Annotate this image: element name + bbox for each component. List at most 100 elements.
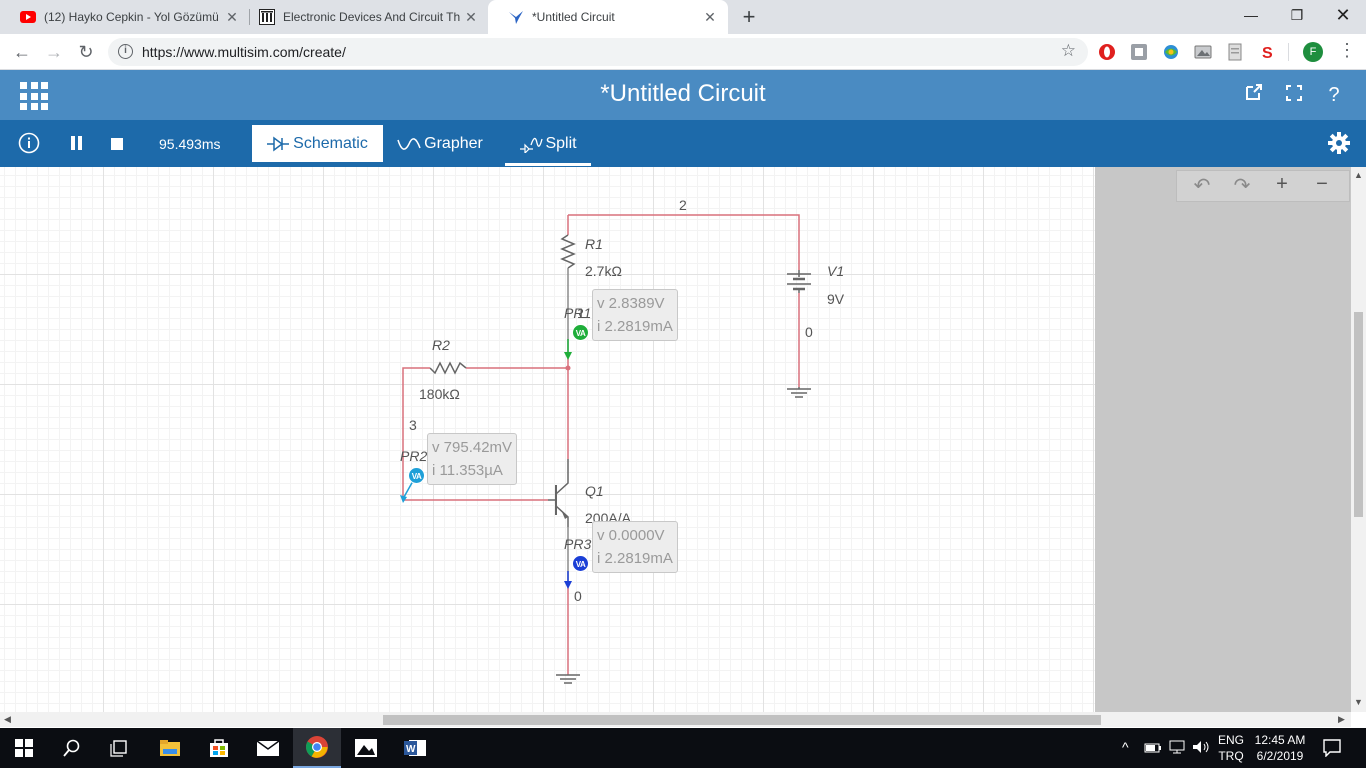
horizontal-scroll-thumb[interactable]	[383, 715, 1101, 725]
scroll-left-arrow[interactable]: ◀	[4, 714, 11, 725]
probe-pr3-badge[interactable]: VA	[572, 555, 589, 572]
notification-icon[interactable]	[1323, 739, 1341, 762]
new-tab-button[interactable]: +	[738, 4, 760, 30]
right-panel: ↶ ↷ + −	[1095, 167, 1351, 712]
undo-icon[interactable]: ↶	[1187, 173, 1217, 198]
library-icon	[259, 9, 275, 25]
zoom-in-icon[interactable]: +	[1267, 173, 1297, 196]
store-icon[interactable]	[195, 728, 243, 768]
battery-tray-icon[interactable]	[1144, 740, 1162, 759]
windows-start-icon[interactable]	[0, 728, 48, 768]
volume-tray-icon[interactable]	[1191, 739, 1211, 760]
close-icon[interactable]: ✕	[463, 9, 479, 26]
r2-value: 180kΩ	[419, 386, 460, 402]
horizontal-scrollbar[interactable]: ◀ ▶	[0, 712, 1351, 727]
keyboard-layout-indicator[interactable]: TRQ	[1216, 749, 1246, 763]
r1-value: 2.7kΩ	[585, 263, 622, 279]
chrome-taskbar-icon[interactable]	[293, 728, 341, 768]
probe-pr2-arrow	[400, 495, 407, 503]
pause-icon[interactable]	[70, 136, 84, 155]
profile-avatar[interactable]: F	[1303, 42, 1323, 62]
browser-tab-youtube[interactable]: (12) Hayko Cepkin - Yol Gözümü ✕	[0, 0, 250, 34]
forward-button[interactable]: →	[42, 40, 66, 64]
browser-tab-untitled-circuit[interactable]: *Untitled Circuit ✕	[488, 0, 728, 34]
diode-icon	[267, 136, 290, 152]
omnibox[interactable]: i https://www.multisim.com/create/ ☆	[108, 38, 1088, 66]
tab-split-label: Split	[545, 134, 577, 152]
file-explorer-icon[interactable]	[146, 728, 194, 768]
share-icon[interactable]	[1242, 83, 1266, 107]
tab-underline	[505, 163, 591, 166]
scroll-down-arrow[interactable]: ▼	[1354, 697, 1363, 707]
browser-tab-electronic-devices[interactable]: Electronic Devices And Circuit Th ✕	[239, 0, 489, 34]
tab-schematic[interactable]: Schematic	[252, 125, 383, 162]
task-view-icon[interactable]	[96, 728, 144, 768]
photos-icon[interactable]	[342, 728, 390, 768]
multisim-icon	[508, 9, 524, 25]
kebab-menu-icon[interactable]: ⋮	[1338, 40, 1356, 61]
tab-split[interactable]: Split	[505, 125, 591, 166]
s-extension-icon[interactable]: S	[1258, 43, 1276, 62]
probe-pr2-badge[interactable]: VA	[408, 467, 425, 484]
q1-name: Q1	[585, 483, 604, 499]
tab-schematic-label: Schematic	[293, 134, 368, 152]
zoom-out-icon[interactable]: −	[1307, 173, 1337, 196]
restore-button[interactable]: ❐	[1274, 0, 1320, 30]
tab-title: Electronic Devices And Circuit Th	[283, 10, 461, 24]
ground-symbol-left	[556, 674, 580, 684]
probe-pr2-readout[interactable]: v 795.42mV i 11.353µA	[427, 433, 518, 485]
bookmark-star-icon[interactable]: ☆	[1061, 41, 1076, 61]
vertical-scroll-thumb[interactable]	[1354, 312, 1363, 517]
tray-chevron-icon[interactable]: ^	[1122, 739, 1129, 755]
net-label-3: 3	[409, 417, 417, 433]
probe-pr3-readout[interactable]: v 0.0000V i 2.2819mA	[592, 521, 678, 573]
image-extension-icon[interactable]	[1194, 43, 1212, 61]
mail-icon[interactable]	[244, 728, 292, 768]
tab-grapher[interactable]: Grapher	[390, 125, 490, 162]
network-tray-icon[interactable]	[1168, 739, 1186, 760]
document-extension-icon[interactable]	[1226, 43, 1244, 61]
circuit-title[interactable]: *Untitled Circuit	[0, 80, 1366, 108]
settings-gear-icon[interactable]	[1328, 132, 1350, 159]
url-text[interactable]: https://www.multisim.com/create/	[142, 44, 346, 60]
probe-pr2-lead	[403, 480, 414, 498]
probe-pr2-name: PR2	[400, 448, 428, 464]
stop-icon[interactable]	[111, 137, 123, 155]
transistor-q1-collector[interactable]	[555, 459, 569, 495]
resistor-r2[interactable]	[429, 361, 467, 375]
scroll-right-arrow[interactable]: ▶	[1338, 714, 1345, 725]
scroll-up-arrow[interactable]: ▲	[1354, 170, 1363, 180]
fullscreen-icon[interactable]	[1282, 83, 1306, 107]
globe-extension-icon[interactable]	[1162, 43, 1180, 61]
probe-pr1-badge[interactable]: VA	[572, 324, 589, 341]
opera-extension-icon[interactable]	[1098, 43, 1116, 61]
minimize-button[interactable]: —	[1228, 0, 1274, 30]
close-icon[interactable]: ✕	[224, 9, 240, 26]
language-indicator[interactable]: ENG	[1216, 733, 1246, 747]
v1-value: 9V	[827, 291, 845, 307]
tab-title: *Untitled Circuit	[532, 10, 615, 24]
close-window-button[interactable]: ✕	[1320, 0, 1366, 30]
close-icon[interactable]: ✕	[702, 9, 718, 26]
search-icon[interactable]	[48, 728, 96, 768]
net-label-0-left: 0	[574, 588, 582, 604]
browser-tab-strip: (12) Hayko Cepkin - Yol Gözümü ✕ Electro…	[0, 0, 1366, 34]
redo-icon[interactable]: ↷	[1227, 173, 1257, 198]
r2-name: R2	[432, 337, 450, 353]
junction-node	[565, 365, 571, 371]
back-button[interactable]: ←	[10, 40, 34, 64]
puzzle-extension-icon[interactable]	[1130, 43, 1148, 61]
resistor-r1[interactable]	[560, 234, 576, 269]
probe-pr1-readout[interactable]: v 2.8389V i 2.2819mA	[592, 289, 678, 341]
probe-pr2-voltage: v 795.42mV	[432, 439, 513, 456]
clock-time[interactable]: 12:45 AM	[1250, 733, 1310, 747]
vertical-scrollbar[interactable]: ▲ ▼	[1351, 167, 1366, 712]
tab-title: (12) Hayko Cepkin - Yol Gözümü	[44, 10, 219, 24]
info-icon[interactable]	[18, 132, 40, 159]
schematic-canvas[interactable]: 2 3 0 0 R1 2.7kΩ V1 9V R2 180kΩ Q1 200A/…	[0, 167, 1095, 712]
help-icon[interactable]: ?	[1322, 83, 1346, 107]
clock-date[interactable]: 6/2/2019	[1250, 749, 1310, 763]
reload-button[interactable]: ↻	[74, 40, 98, 64]
info-icon[interactable]: i	[118, 44, 133, 59]
word-icon[interactable]: W	[391, 728, 439, 768]
